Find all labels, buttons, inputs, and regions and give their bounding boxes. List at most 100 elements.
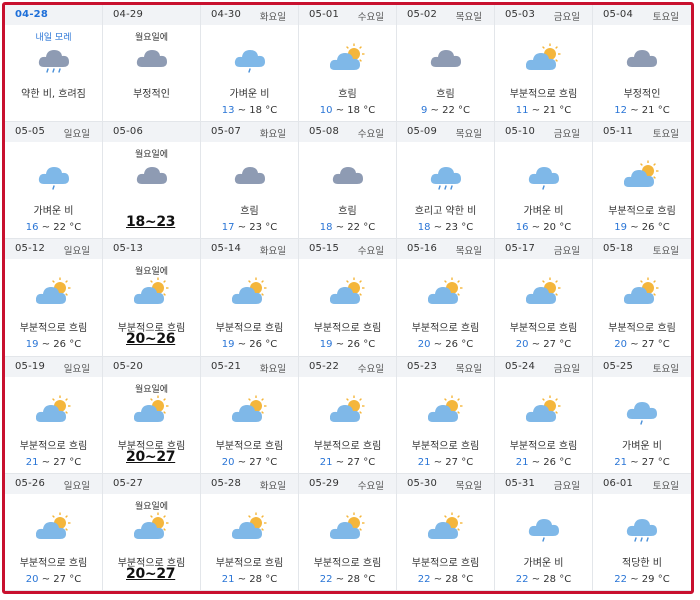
temp-unit: °C [360,339,376,351]
temp-separator: ~ [38,573,54,585]
temp-low: 18 [319,222,333,234]
forecast-day-cell[interactable]: 05-09 목요일 흐리고 약한 비 18 ~ 23 °C [397,122,495,240]
day-date: 05-31 [505,477,536,489]
day-header: 05-11 토요일 [593,122,691,143]
temp-separator: ~ [332,573,348,585]
forecast-day-cell[interactable]: 05-05 일요일 가벼운 비 16 ~ 22 °C [5,122,103,240]
forecast-day-cell[interactable]: 05-24 금요일 부분적으로 흐림 21 ~ 26 °C [495,356,593,474]
day-weekday: 금요일 [553,129,580,141]
forecast-day-cell[interactable]: 05-06 월요일에 18~23 [103,122,201,240]
forecast-day-cell[interactable]: 05-20 월요일에 부분적으로 흐림 20~27 [103,356,201,474]
forecast-day-cell[interactable]: 05-19 일요일 부분적으로 흐림 21 ~ 27 °C [5,356,103,474]
forecast-day-cell[interactable]: 05-03 금요일 부분적으로 흐림 11 ~ 21 °C [495,5,593,123]
temp-unit: °C [262,105,278,116]
temp-unit: °C [360,456,376,468]
forecast-day-cell[interactable]: 06-01 토요일 적당한 비 22 ~ 29 °C [593,473,691,591]
forecast-day-cell[interactable]: 04-28 내일 모레 약한 비, 흐려짐 [5,5,103,123]
day-date: 05-21 [211,360,242,372]
day-weekday: 일요일 [63,480,90,492]
day-condition: 가벼운 비 [622,440,662,452]
forecast-day-cell[interactable]: 05-21 화요일 부분적으로 흐림 20 ~ 27 °C [201,356,299,474]
day-weekday: 화요일 [259,480,286,492]
day-weekday: 토요일 [652,363,679,375]
day-date: 05-12 [15,243,46,255]
cloud-blue-drizzle-icon [528,167,559,190]
day-range-annotation: 20~27 [126,448,176,465]
day-header: 05-22 수요일 [299,356,396,377]
forecast-day-cell[interactable]: 05-28 화요일 부분적으로 흐림 21 ~ 28 °C [201,473,299,591]
forecast-day-cell[interactable]: 05-11 토요일 부분적으로 흐림 19 ~ 26 °C [593,122,691,240]
temp-unit: °C [654,105,670,116]
day-header: 05-01 수요일 [299,5,396,25]
forecast-day-cell[interactable]: 04-30 화요일 가벼운 비 13 ~ 18 °C [201,5,299,123]
day-temperature: 16 ~ 20 °C [495,222,592,233]
cloud-blue-drizzle-icon [528,518,559,542]
day-condition: 부분적으로 흐림 [509,323,578,335]
day-condition: 부분적으로 흐림 [411,557,480,569]
day-condition: 부분적으로 흐림 [215,323,284,335]
forecast-day-cell[interactable]: 05-14 화요일 부분적으로 흐림 19 ~ 26 °C [201,239,299,357]
cloud-blue-drizzle-icon [626,401,657,425]
temp-low: 19 [221,339,235,351]
temp-separator: ~ [430,222,446,234]
day-condition: 부분적으로 흐림 [411,323,480,335]
forecast-day-cell[interactable]: 05-25 토요일 가벼운 비 21 ~ 27 °C [593,356,691,474]
forecast-day-cell[interactable]: 05-07 화요일 흐림 17 ~ 23 °C [201,122,299,240]
forecast-day-cell[interactable]: 05-31 금요일 가벼운 비 22 ~ 28 °C [495,473,593,591]
temp-separator: ~ [627,573,642,585]
partly-sunny-icon [134,395,169,422]
forecast-day-cell[interactable]: 05-12 일요일 부분적으로 흐림 19 ~ 26 °C [5,239,103,357]
forecast-day-cell[interactable]: 05-29 수요일 부분적으로 흐림 22 ~ 28 °C [299,473,397,591]
forecast-day-cell[interactable]: 05-01 수요일 흐림 10 ~ 18 °C [299,5,397,123]
temp-low: 18 [417,222,431,234]
temp-unit: °C [262,222,278,234]
temp-unit: °C [556,339,572,351]
day-weekday: 목요일 [455,12,482,23]
day-condition: 부분적으로 흐림 [411,440,480,452]
forecast-day-cell[interactable]: 05-26 일요일 부분적으로 흐림 20 ~ 27 °C [5,473,103,591]
forecast-day-cell[interactable]: 05-30 목요일 부분적으로 흐림 22 ~ 28 °C [397,473,495,591]
day-date: 05-23 [407,360,438,372]
day-date: 05-29 [309,477,340,489]
day-sublabel: 월요일에 [134,501,169,512]
temp-high: 28 [347,573,361,585]
day-temperature: 19 ~ 26 °C [593,222,691,233]
day-condition: 흐림 [338,206,357,218]
temp-separator: ~ [332,222,348,234]
forecast-day-cell[interactable]: 05-16 목요일 부분적으로 흐림 20 ~ 26 °C [397,239,495,357]
temp-separator: ~ [627,105,642,116]
forecast-day-cell[interactable]: 05-23 목요일 부분적으로 흐림 21 ~ 27 °C [397,356,495,474]
day-weekday: 금요일 [553,363,580,375]
forecast-day-cell[interactable]: 05-27 월요일에 부분적으로 흐림 20~27 [103,473,201,591]
day-temperature: 9 ~ 22 °C [397,105,494,116]
forecast-day-cell[interactable]: 05-18 토요일 부분적으로 흐림 20 ~ 27 °C [593,239,691,357]
day-weekday: 수요일 [357,363,384,375]
forecast-day-cell[interactable]: 05-15 수요일 부분적으로 흐림 19 ~ 26 °C [299,239,397,357]
forecast-day-cell[interactable]: 05-10 금요일 가벼운 비 16 ~ 20 °C [495,122,593,240]
cloud-gray-icon [136,50,167,67]
day-header: 05-07 화요일 [201,122,298,143]
day-temperature: 21 ~ 27 °C [593,457,691,468]
day-header: 05-26 일요일 [5,473,102,494]
forecast-day-cell[interactable]: 05-02 목요일 흐림 9 ~ 22 °C [397,5,495,123]
day-date: 05-16 [407,243,438,255]
day-temperature: 13 ~ 18 °C [201,105,298,116]
day-condition: 부정적인 [133,89,170,100]
forecast-day-cell[interactable]: 05-04 토요일 부정적인 12 ~ 21 °C [593,5,691,123]
temp-low: 10 [319,105,333,116]
temp-unit: °C [458,339,474,351]
temp-high: 27 [543,339,557,351]
partly-sunny-icon [526,43,561,70]
forecast-day-cell[interactable]: 05-13 월요일에 부분적으로 흐림 20~26 [103,239,201,357]
partly-sunny-icon [36,512,71,539]
temp-high: 26 [249,339,263,351]
temp-separator: ~ [528,573,544,585]
forecast-day-cell[interactable]: 05-08 수요일 흐림 18 ~ 22 °C [299,122,397,240]
forecast-day-cell[interactable]: 04-29 월요일에 부정적인 [103,5,201,123]
forecast-day-cell[interactable]: 05-22 수요일 부분적으로 흐림 21 ~ 27 °C [299,356,397,474]
rain-blue-icon [430,167,461,190]
day-header: 05-17 금요일 [495,239,592,260]
forecast-day-cell[interactable]: 05-17 금요일 부분적으로 흐림 20 ~ 27 °C [495,239,593,357]
day-header: 04-30 화요일 [201,5,298,25]
day-header: 05-06 [103,122,200,143]
